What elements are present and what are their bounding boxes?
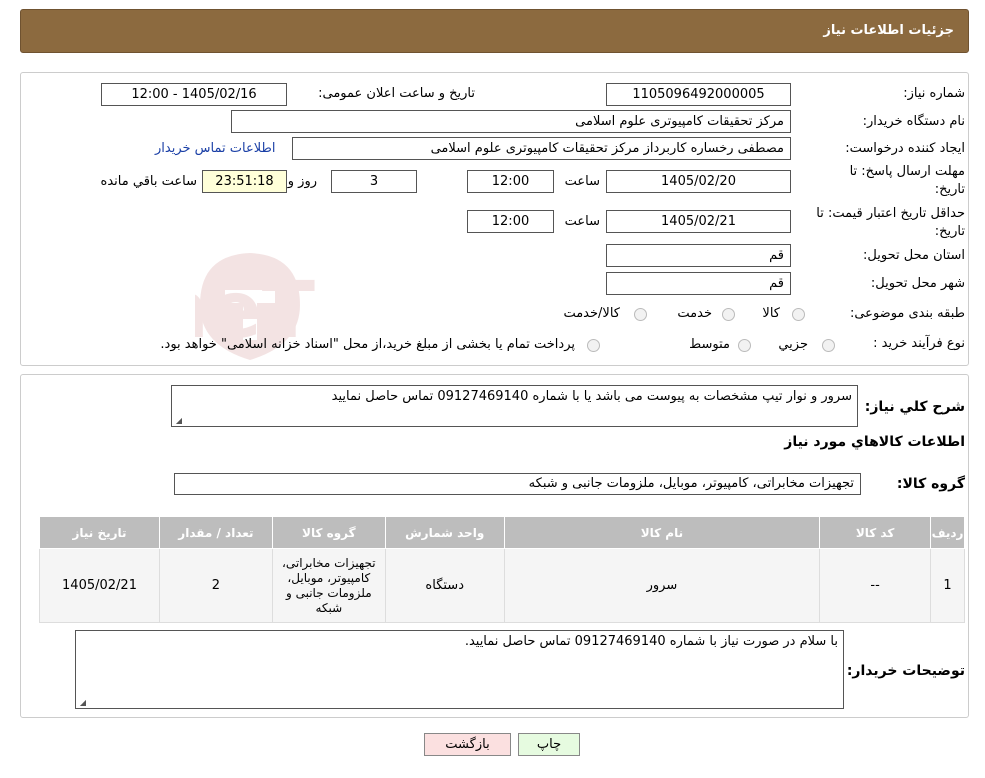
description-label: شرح کلي نياز: bbox=[864, 399, 965, 415]
resize-grip-icon[interactable]: ◢ bbox=[78, 699, 86, 707]
goods-section-title: اطلاعات کالاهاي مورد نياز bbox=[784, 434, 965, 450]
validity-time-field: 12:00 bbox=[467, 210, 554, 233]
goods-table: رديف کد کالا نام کالا واحد شمارش گروه کا… bbox=[39, 516, 965, 623]
category-goods-radio[interactable] bbox=[792, 308, 805, 321]
process-treasury-radio[interactable] bbox=[587, 339, 600, 352]
cell-group: تجهیزات مخابراتی، کامپیوتر، موبایل، ملزو… bbox=[271, 548, 386, 623]
print-button[interactable]: چاپ bbox=[518, 733, 580, 756]
category-service-label: خدمت bbox=[677, 306, 712, 321]
announce-field: 1405/02/16 - 12:00 bbox=[101, 83, 287, 106]
deadline-time-label: ساعت bbox=[564, 174, 600, 189]
category-goods-label: کالا bbox=[762, 306, 780, 321]
validity-label-date: تاریخ: bbox=[934, 224, 965, 239]
buyer-notes-label: توضیحات خریدار: bbox=[846, 663, 965, 679]
description-textarea[interactable]: سرور و نوار تیپ مشخصات به پیوست می باشد … bbox=[171, 385, 858, 427]
process-label: نوع فرآیند خرید : bbox=[873, 336, 965, 351]
table-header-row: رديف کد کالا نام کالا واحد شمارش گروه کا… bbox=[39, 516, 965, 549]
buyer-org-label: نام دستگاه خریدار: bbox=[862, 114, 965, 129]
buyer-notes-text: با سلام در صورت نیاز با شماره 0912746914… bbox=[464, 634, 838, 649]
validity-date-field: 1405/02/21 bbox=[606, 210, 791, 233]
col-qty: تعداد / مقدار bbox=[159, 516, 273, 549]
validity-label: حداقل تاریخ اعتبار قیمت: تا bbox=[816, 206, 965, 221]
page-title: جزئیات اطلاعات نیاز bbox=[823, 23, 954, 38]
description-text: سرور و نوار تیپ مشخصات به پیوست می باشد … bbox=[331, 389, 852, 404]
col-group: گروه کالا bbox=[271, 516, 386, 549]
category-service-radio[interactable] bbox=[722, 308, 735, 321]
goods-group-field: تجهیزات مخابراتی، کامپیوتر، موبایل، ملزو… bbox=[174, 473, 861, 495]
col-code: کد کالا bbox=[819, 516, 932, 549]
need-number-label: شماره نیاز: bbox=[903, 86, 965, 101]
buyer-notes-textarea[interactable]: با سلام در صورت نیاز با شماره 0912746914… bbox=[75, 630, 844, 709]
cell-index: 1 bbox=[930, 548, 965, 623]
col-index: رديف bbox=[930, 516, 965, 549]
deadline-label: مهلت ارسال پاسخ: تا bbox=[849, 164, 965, 179]
col-date: تاريخ نياز bbox=[39, 516, 160, 549]
process-medium-radio[interactable] bbox=[738, 339, 751, 352]
requester-label: ایجاد کننده درخواست: bbox=[845, 141, 965, 156]
category-both-radio[interactable] bbox=[634, 308, 647, 321]
remaining-time-field: 23:51:18 bbox=[202, 170, 287, 193]
buyer-contact-link[interactable]: اطلاعات تماس خریدار bbox=[155, 141, 275, 156]
days-field: 3 bbox=[331, 170, 417, 193]
category-label: طبقه بندی موضوعی: bbox=[849, 306, 965, 321]
remaining-label: ساعت باقي مانده bbox=[100, 174, 197, 189]
announce-label: تاریخ و ساعت اعلان عمومی: bbox=[318, 86, 475, 101]
requester-field: مصطفی رخساره کاربرداز مرکز تحقیقات کامپی… bbox=[292, 137, 791, 160]
city-label: شهر محل تحویل: bbox=[870, 276, 965, 291]
deadline-date-field: 1405/02/20 bbox=[606, 170, 791, 193]
need-number-field: 1105096492000005 bbox=[606, 83, 791, 106]
city-field: قم bbox=[606, 272, 791, 295]
cell-unit: دستگاه bbox=[384, 548, 505, 623]
back-button[interactable]: بازگشت bbox=[424, 733, 511, 756]
buyer-org-field: مرکز تحقیقات کامپیوتری علوم اسلامی bbox=[231, 110, 791, 133]
resize-grip-icon[interactable]: ◢ bbox=[174, 417, 182, 425]
goods-group-label: گروه کالا: bbox=[896, 476, 965, 492]
process-small-radio[interactable] bbox=[822, 339, 835, 352]
process-medium-label: متوسط bbox=[689, 337, 730, 352]
days-label: روز و bbox=[287, 174, 317, 189]
province-field: قم bbox=[606, 244, 791, 267]
page-header: جزئیات اطلاعات نیاز bbox=[20, 9, 969, 53]
deadline-time-field: 12:00 bbox=[467, 170, 554, 193]
cell-code: -- bbox=[819, 548, 932, 623]
table-row[interactable]: 1 -- سرور دستگاه تجهیزات مخابراتی، کامپی… bbox=[39, 548, 965, 623]
validity-time-label: ساعت bbox=[564, 214, 600, 229]
cell-qty: 2 bbox=[159, 548, 273, 623]
category-both-label: کالا/خدمت bbox=[563, 306, 620, 321]
col-name: نام کالا bbox=[503, 516, 821, 549]
process-small-label: جزیي bbox=[778, 337, 808, 352]
deadline-label-date: تاریخ: bbox=[934, 182, 965, 197]
process-note: پرداخت تمام یا بخشی از مبلغ خرید،از محل … bbox=[160, 337, 575, 352]
province-label: استان محل تحویل: bbox=[863, 248, 965, 263]
cell-date: 1405/02/21 bbox=[39, 548, 160, 623]
col-unit: واحد شمارش bbox=[384, 516, 505, 549]
cell-name: سرور bbox=[503, 548, 821, 623]
